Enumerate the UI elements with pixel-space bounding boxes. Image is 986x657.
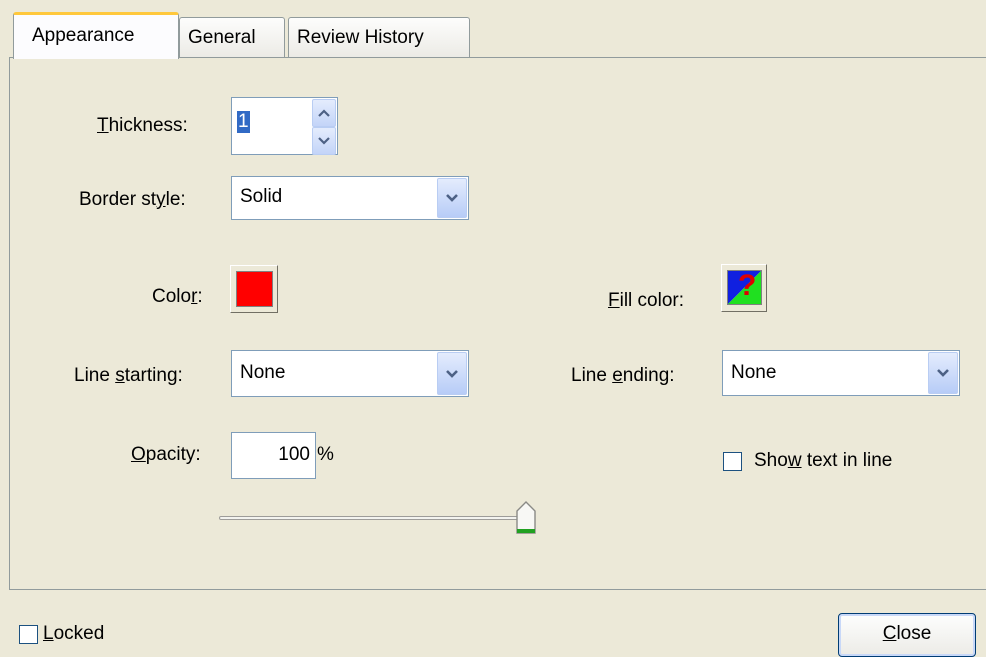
border-style-value: Solid [240, 186, 283, 207]
border-style-dropdown-button[interactable] [437, 178, 467, 218]
opacity-slider[interactable] [219, 501, 541, 545]
chevron-down-icon [937, 369, 949, 377]
color-label: Color: [152, 286, 203, 307]
opacity-label: Opacity: [131, 444, 201, 465]
show-text-label[interactable]: Show text in line [754, 450, 892, 472]
thickness-decrement[interactable] [312, 127, 336, 155]
show-text-checkbox[interactable] [723, 452, 742, 471]
opacity-slider-thumb[interactable] [515, 501, 537, 535]
chevron-up-icon [318, 109, 330, 117]
chevron-down-icon [446, 194, 458, 202]
line-ending-dropdown-button[interactable] [928, 352, 958, 394]
border-style-select[interactable]: Solid [231, 176, 469, 220]
fill-color-label: Fill color: [608, 290, 685, 311]
close-button-label: Close [882, 623, 932, 644]
border-style-label: Border style: [79, 189, 186, 210]
thickness-increment[interactable] [312, 99, 336, 127]
chevron-down-icon [318, 137, 330, 145]
opacity-unit: % [317, 444, 334, 465]
line-ending-label: Line ending: [571, 365, 675, 386]
thickness-value[interactable]: 1 [237, 111, 250, 133]
color-swatch [236, 271, 273, 307]
line-starting-value: None [240, 362, 286, 383]
line-ending-select[interactable]: None [722, 350, 960, 396]
thickness-label: Thickness: [97, 115, 188, 136]
color-button[interactable] [230, 265, 278, 313]
fill-color-glyph: ? [738, 269, 757, 302]
tab-general[interactable]: General [179, 17, 285, 57]
tab-review-history[interactable]: Review History [288, 17, 470, 57]
line-starting-select[interactable]: None [231, 350, 469, 397]
tab-appearance[interactable]: Appearance [13, 12, 179, 59]
locked-label[interactable]: Locked [43, 623, 104, 645]
line-starting-dropdown-button[interactable] [437, 352, 467, 395]
fill-color-button[interactable]: ? [721, 264, 767, 312]
chevron-down-icon [446, 369, 458, 378]
opacity-value[interactable]: 100 [278, 444, 310, 466]
line-ending-value: None [731, 362, 777, 383]
opacity-slider-track [219, 516, 535, 520]
opacity-field[interactable]: 100 [231, 432, 316, 479]
line-starting-label: Line starting: [74, 365, 183, 386]
close-button[interactable]: Close [838, 613, 976, 657]
locked-checkbox[interactable] [19, 625, 38, 644]
thickness-stepper[interactable]: 1 [231, 97, 338, 155]
